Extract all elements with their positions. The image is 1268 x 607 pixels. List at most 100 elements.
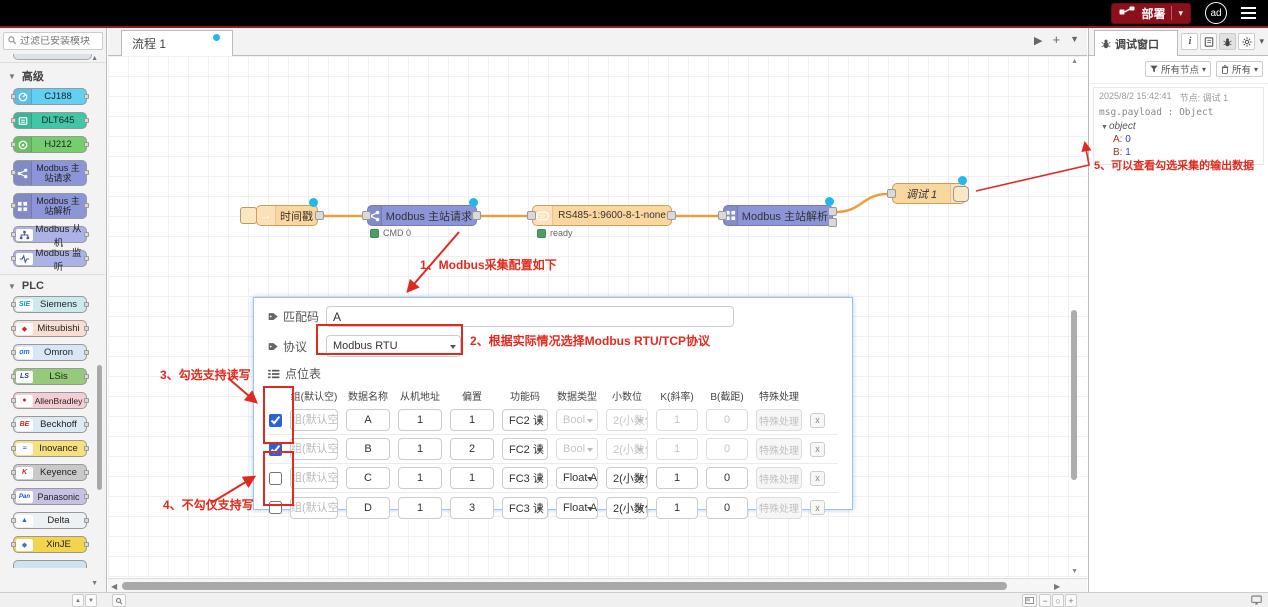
filter-nodes-button[interactable]: 所有节点▾ [1145, 61, 1211, 77]
output-port[interactable] [667, 211, 676, 220]
data-name-input[interactable] [346, 438, 390, 460]
function-code-select[interactable]: FC2 读 [502, 438, 548, 460]
function-code-select[interactable]: FC3 读 [502, 497, 548, 519]
data-name-input[interactable] [346, 409, 390, 431]
canvas-vertical-scrollbar[interactable] [1071, 310, 1077, 480]
palette-node-partial-bottom[interactable] [13, 560, 87, 568]
tree-collapse-icon[interactable]: ▼ [1101, 124, 1108, 131]
offset-input[interactable] [450, 467, 494, 489]
palette-scroll-up-icon[interactable]: ▲ [91, 55, 98, 62]
b-intercept-input[interactable] [706, 467, 748, 489]
palette-node-lsis[interactable]: LS LSis [13, 368, 87, 385]
palette-node-allenbradley[interactable]: ● AllenBradley [13, 392, 87, 409]
device-monitor-icon[interactable] [1251, 595, 1262, 607]
node-inject-timestamp[interactable]: → 时间戳 [256, 205, 318, 226]
palette-scroll-down-icon[interactable]: ▼ [91, 580, 98, 587]
palette-node-xinje[interactable]: ◆ XinJE [13, 536, 87, 553]
data-type-select[interactable]: Float AI [556, 497, 598, 519]
match-code-input[interactable] [326, 306, 734, 327]
palette-node-panasonic[interactable]: Pan Panasonic [13, 488, 87, 505]
group-input[interactable] [290, 438, 338, 460]
debug-tab-button[interactable] [1219, 33, 1236, 50]
inject-trigger-button[interactable] [240, 207, 257, 224]
rw-checkbox[interactable] [269, 472, 282, 485]
sidebar-menu-caret-icon[interactable]: ▾ [1259, 36, 1264, 47]
slave-address-input[interactable] [398, 467, 442, 489]
data-type-select[interactable]: Bool [556, 409, 598, 431]
node-modbus-master-parse[interactable]: Modbus 主站解析 [723, 205, 833, 226]
add-flow-button[interactable]: + [1052, 34, 1060, 47]
palette-node-cj188[interactable]: CJ188 [13, 88, 87, 105]
palette-node-hj212[interactable]: HJ212 [13, 136, 87, 153]
function-code-select[interactable]: FC3 读 [502, 467, 548, 489]
function-code-select[interactable]: FC2 读 [502, 409, 548, 431]
scroll-right-icon[interactable]: ▶ [1054, 582, 1060, 591]
palette-node-keyence[interactable]: K Keyence [13, 464, 87, 481]
navigator-button[interactable] [1022, 594, 1037, 607]
input-port[interactable] [362, 211, 371, 220]
b-intercept-input[interactable] [706, 409, 748, 431]
special-handle-button[interactable]: 特殊处理 [756, 467, 802, 489]
palette-search[interactable] [3, 32, 103, 50]
config-tab-button[interactable] [1238, 33, 1255, 50]
palette-node-modbus-slave[interactable]: Modbus 从机 [13, 226, 87, 243]
rw-checkbox[interactable] [269, 443, 282, 456]
data-type-select[interactable]: Float AI [556, 467, 598, 489]
node-modbus-master-request[interactable]: Modbus 主站请求 [367, 205, 477, 226]
palette-node-beckhoff[interactable]: BE Beckhoff [13, 416, 87, 433]
decimal-select[interactable]: 2(小数位 [606, 497, 648, 519]
palette-collapse-down-button[interactable]: ▼ [85, 594, 97, 607]
help-tab-button[interactable] [1200, 33, 1217, 50]
group-input[interactable] [290, 467, 338, 489]
slave-address-input[interactable] [398, 409, 442, 431]
slave-address-input[interactable] [398, 438, 442, 460]
delete-row-button[interactable]: x [810, 500, 825, 515]
k-slope-input[interactable] [656, 438, 698, 460]
clear-debug-button[interactable]: 所有▾ [1216, 61, 1263, 77]
offset-input[interactable] [450, 497, 494, 519]
zoom-reset-button[interactable]: ○ [1052, 594, 1064, 607]
data-name-input[interactable] [346, 497, 390, 519]
debug-toggle-button[interactable] [953, 186, 969, 202]
zoom-in-button[interactable]: + [1065, 594, 1077, 607]
main-menu-icon[interactable] [1241, 7, 1256, 19]
palette-node-partial-top[interactable] [13, 54, 92, 60]
offset-input[interactable] [450, 409, 494, 431]
slave-address-input[interactable] [398, 497, 442, 519]
flow-canvas[interactable]: → 时间戳 Modbus 主站请求 CMD 0 RS485-1:9600-8-1… [108, 56, 1087, 578]
special-handle-button[interactable]: 特殊处理 [756, 497, 802, 519]
scroll-left-icon[interactable]: ◀ [111, 582, 117, 591]
output-port-2[interactable] [828, 218, 837, 227]
input-port[interactable] [527, 211, 536, 220]
palette-search-input[interactable] [20, 36, 98, 47]
deploy-caret-icon[interactable]: ▾ [1178, 8, 1183, 19]
delete-row-button[interactable]: x [810, 471, 825, 486]
palette-node-delta[interactable]: ▲ Delta [13, 512, 87, 529]
rw-checkbox[interactable] [269, 501, 282, 514]
k-slope-input[interactable] [656, 409, 698, 431]
decimal-select[interactable]: 2(小数位 [606, 409, 648, 431]
node-serial-rs485[interactable]: RS485-1:9600-8-1-none [532, 205, 672, 226]
protocol-select[interactable]: Modbus RTU [326, 335, 461, 357]
tab-scroll-right-icon[interactable]: ▶ [1034, 34, 1042, 47]
palette-section-plc[interactable]: ▼PLC [0, 274, 106, 296]
tab-debug-window[interactable]: 调试窗口 [1094, 30, 1178, 56]
deploy-button[interactable]: 部署 ▾ [1111, 3, 1191, 24]
canvas-scroll-down-icon[interactable]: ▼ [1071, 568, 1078, 575]
output-port[interactable] [315, 211, 324, 220]
k-slope-input[interactable] [656, 497, 698, 519]
palette-node-omron[interactable]: om Omron [13, 344, 87, 361]
input-port[interactable] [718, 211, 727, 220]
decimal-select[interactable]: 2(小数位 [606, 438, 648, 460]
zoom-out-button[interactable]: − [1039, 594, 1051, 607]
palette-node-mitsubishi[interactable]: ◆ Mitsubishi [13, 320, 87, 337]
special-handle-button[interactable]: 特殊处理 [756, 409, 802, 431]
rw-checkbox[interactable] [269, 414, 282, 427]
data-name-input[interactable] [346, 467, 390, 489]
decimal-select[interactable]: 2(小数位 [606, 467, 648, 489]
offset-input[interactable] [450, 438, 494, 460]
canvas-scroll-up-icon[interactable]: ▲ [1071, 58, 1078, 65]
hscroll-thumb[interactable] [122, 582, 1007, 590]
flow-list-icon[interactable]: ▼ [1070, 34, 1079, 47]
input-port[interactable] [887, 189, 896, 198]
